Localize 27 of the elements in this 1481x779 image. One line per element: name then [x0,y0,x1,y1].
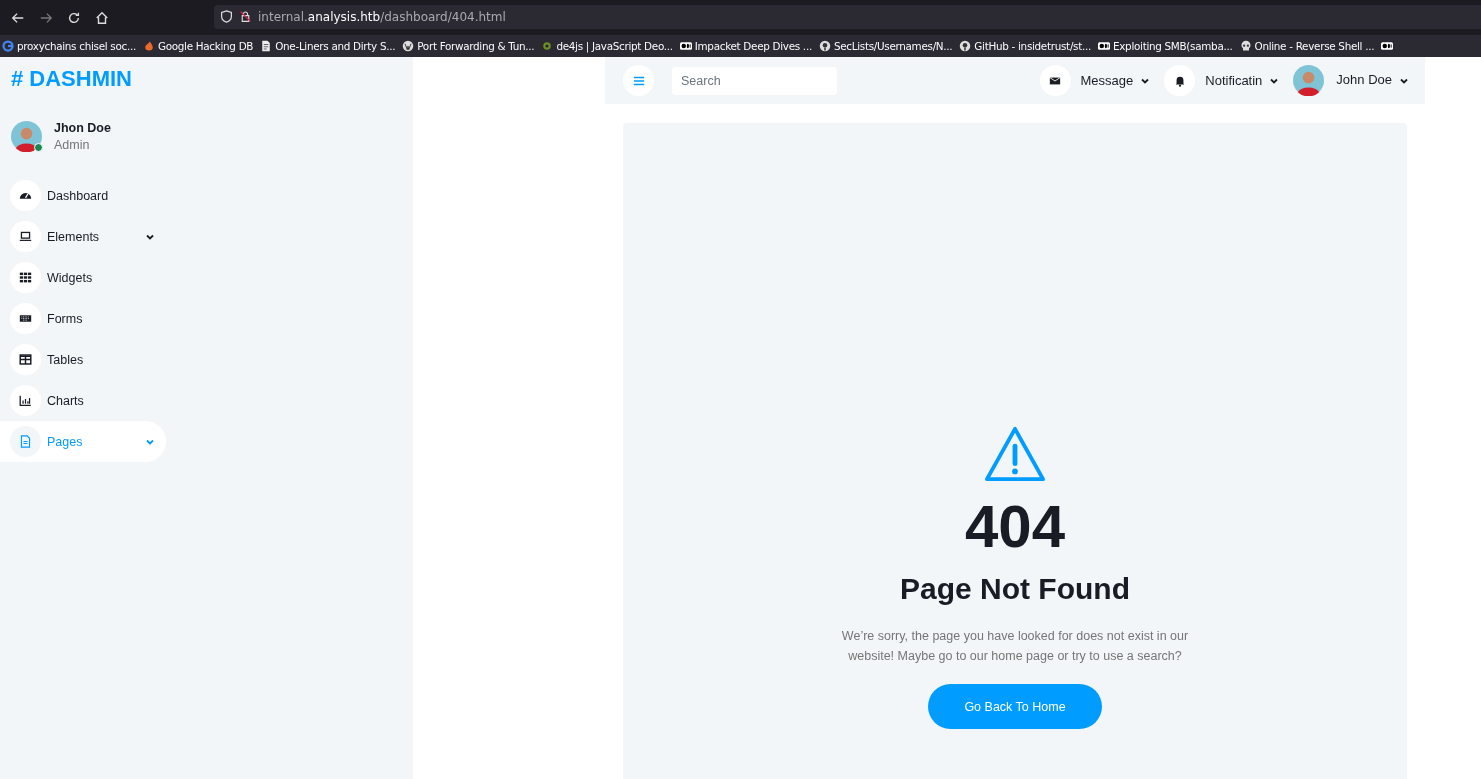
sidebar-item[interactable]: Tables [0,339,166,380]
sidebar-item[interactable]: Elements [0,216,166,257]
bookmark-item[interactable]: Exploiting SMB(samba... [1098,40,1233,52]
error-code: 404 [964,497,1066,557]
bookmark-item[interactable]: Google Hacking DB [142,40,254,52]
address-bar[interactable]: internal.analysis.htb/dashboard/404.html [214,4,1481,29]
user-name: Jhon Doe [54,120,111,135]
sidebar-item[interactable]: Dashboard [0,175,166,216]
message-dropdown[interactable]: Message [1039,65,1151,96]
user-dropdown[interactable]: John Doe [1293,65,1409,96]
user-role: Admin [54,137,91,152]
notification-dropdown[interactable]: Notificatin [1164,65,1280,96]
bookmark-item[interactable]: SecLists/Usernames/N... [818,40,953,52]
url-text: internal.analysis.htb/dashboard/404.html [258,9,506,24]
sidebar-item[interactable]: Widgets [0,257,166,298]
search-field[interactable]: Search [672,66,837,95]
bookmark-item[interactable]: One-Liners and Dirty S... [260,40,396,52]
bookmark-item[interactable]: Online - Reverse Shell ... [1239,40,1375,52]
sidebar-item[interactable]: Charts [0,380,166,421]
bookmark-item[interactable]: Port Forwarding & Tun... [402,40,535,52]
bookmark-item[interactable]: GitHub - insidetrust/st... [959,40,1091,52]
bookmark-item[interactable]: de4js | JavaScript Deo... [541,40,673,52]
error-message: We’re sorry, the page you have looked for does not exist in our website! Maybe go to our home page or try to use a search? [840,628,1190,665]
bookmark-item[interactable]: Impacket Deep Dives ... [679,40,812,52]
sidebar-item[interactable]: Forms [0,298,166,339]
error-title: Page Not Found [900,572,1130,606]
bookmark-item[interactable]: proxychains chisel soc... [2,40,136,52]
